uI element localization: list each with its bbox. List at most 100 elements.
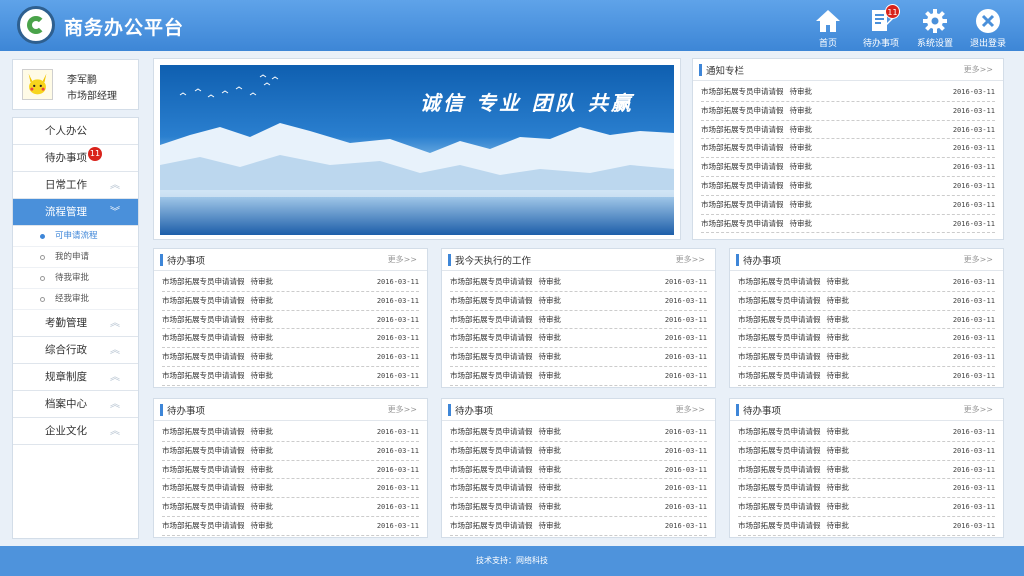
sidebar-item-personal[interactable]: 个人办公 <box>13 118 138 145</box>
list-item[interactable]: 市场部拓展专员申请请假 待审批 2016-03-11 <box>738 498 995 517</box>
accent-bar <box>736 254 739 266</box>
more-link[interactable]: 更多>> <box>388 404 417 415</box>
sidebar-item-culture[interactable]: 企业文化 ︽ <box>13 418 138 445</box>
list-item[interactable]: 市场部拓展专员申请请假 待审批 2016-03-11 <box>738 479 995 499</box>
list-item[interactable]: 市场部拓展专员申请请假 待审批 2016-03-11 <box>701 215 995 234</box>
list-item[interactable]: 市场部拓展专员申请请假 待审批 2016-03-11 <box>162 367 419 386</box>
item-date: 2016-03-11 <box>664 315 707 324</box>
item-text: 市场部拓展专员申请请假 <box>738 370 821 380</box>
list-item[interactable]: 市场部拓展专员申请请假 待审批 2016-03-11 <box>162 311 419 330</box>
sidebar-subitem-available[interactable]: 可申请流程 <box>13 226 138 247</box>
list-item[interactable]: 市场部拓展专员申请请假 待审批 2016-03-11 <box>450 498 707 517</box>
item-date: 2016-03-11 <box>952 465 995 474</box>
list-item[interactable]: 市场部拓展专员申请请假 待审批 2016-03-11 <box>450 348 707 367</box>
item-status: 待审批 <box>250 333 274 343</box>
list-item[interactable]: 市场部拓展专员申请请假 待审批 2016-03-11 <box>738 442 995 461</box>
item-status: 待审批 <box>250 370 274 380</box>
list-item[interactable]: 市场部拓展专员申请请假 待审批 2016-03-11 <box>701 158 995 177</box>
sidebar-item-admin[interactable]: 综合行政 ︽ <box>13 337 138 364</box>
list-item[interactable]: 市场部拓展专员申请请假 待审批 2016-03-11 <box>738 423 995 442</box>
panel-header: 待办事项 更多>> <box>730 399 1003 421</box>
nav-home-button[interactable]: 首页 <box>800 8 856 50</box>
nav-todo-button[interactable]: 11 待办事项 <box>853 4 909 50</box>
list-item[interactable]: 市场部拓展专员申请请假 待审批 2016-03-11 <box>162 273 419 292</box>
sidebar-item-rules[interactable]: 规章制度 ︽ <box>13 364 138 391</box>
list-item[interactable]: 市场部拓展专员申请请假 待审批 2016-03-11 <box>450 311 707 330</box>
sidebar-item-process[interactable]: 流程管理 ︾ <box>13 199 138 226</box>
todo-count-badge: 11 <box>885 4 900 19</box>
nav-logout-button[interactable]: 退出登录 <box>960 8 1016 50</box>
top-header: 商务办公平台 首页 11 待办事项 系统设置 退出登录 <box>0 0 1024 51</box>
bullet-icon <box>40 255 45 260</box>
item-date: 2016-03-11 <box>952 428 995 436</box>
item-text: 市场部拓展专员申请请假 <box>701 124 784 134</box>
list-item[interactable]: 市场部拓展专员申请请假 待审批 2016-03-11 <box>162 329 419 349</box>
sidebar-item-todo[interactable]: 待办事项 11 <box>13 145 138 172</box>
list-item[interactable]: 市场部拓展专员申请请假 待审批 2016-03-11 <box>450 461 707 480</box>
list-item[interactable]: 市场部拓展专员申请请假 待审批 2016-03-11 <box>450 292 707 311</box>
list-item[interactable]: 市场部拓展专员申请请假 待审批 2016-03-11 <box>738 348 995 367</box>
gear-icon <box>923 9 947 33</box>
list-item[interactable]: 市场部拓展专员申请请假 待审批 2016-03-11 <box>450 442 707 461</box>
item-status: 待审批 <box>250 445 274 455</box>
list-item[interactable]: 市场部拓展专员申请请假 待审批 2016-03-11 <box>738 461 995 480</box>
avatar[interactable] <box>22 69 53 100</box>
sidebar-subitem-approved[interactable]: 经我审批 <box>13 289 138 310</box>
list-item[interactable]: 市场部拓展专员申请请假 待审批 2016-03-11 <box>738 273 995 292</box>
sidebar-subitem-pending-approval[interactable]: 待我审批 <box>13 268 138 289</box>
more-link[interactable]: 更多>> <box>964 404 993 415</box>
sidebar-item-daily[interactable]: 日常工作 ︽ <box>13 172 138 199</box>
item-status: 待审批 <box>826 352 850 362</box>
footer-text: 技术支持：网络科技 <box>476 556 548 565</box>
more-link[interactable]: 更多>> <box>964 64 993 75</box>
more-link[interactable]: 更多>> <box>676 254 705 265</box>
sidebar-item-attendance[interactable]: 考勤管理 ︽ <box>13 310 138 337</box>
list-item[interactable]: 市场部拓展专员申请请假 待审批 2016-03-11 <box>701 196 995 215</box>
list-item[interactable]: 市场部拓展专员申请请假 待审批 2016-03-11 <box>450 517 707 536</box>
list-item[interactable]: 市场部拓展专员申请请假 待审批 2016-03-11 <box>450 367 707 386</box>
nav-settings-button[interactable]: 系统设置 <box>907 8 963 50</box>
logo-icon <box>17 6 55 44</box>
list-item[interactable]: 市场部拓展专员申请请假 待审批 2016-03-11 <box>738 292 995 311</box>
list-item[interactable]: 市场部拓展专员申请请假 待审批 2016-03-11 <box>162 479 419 499</box>
task-panel: 待办事项 更多>> 市场部拓展专员申请请假 待审批 2016-03-11 市场部拓展专员申… <box>729 398 1004 538</box>
list-item[interactable]: 市场部拓展专员申请请假 待审批 2016-03-11 <box>701 102 995 121</box>
more-link[interactable]: 更多>> <box>388 254 417 265</box>
list-item[interactable]: 市场部拓展专员申请请假 待审批 2016-03-11 <box>738 517 995 536</box>
list-item[interactable]: 市场部拓展专员申请请假 待审批 2016-03-11 <box>738 311 995 330</box>
more-link[interactable]: 更多>> <box>676 404 705 415</box>
list-item[interactable]: 市场部拓展专员申请请假 待审批 2016-03-11 <box>162 498 419 517</box>
list-item[interactable]: 市场部拓展专员申请请假 待审批 2016-03-11 <box>450 479 707 499</box>
item-text: 市场部拓展专员申请请假 <box>701 105 784 115</box>
list-item[interactable]: 市场部拓展专员申请请假 待审批 2016-03-11 <box>162 442 419 461</box>
item-text: 市场部拓展专员申请请假 <box>738 520 821 530</box>
sidebar-item-label: 流程管理 <box>45 206 87 218</box>
list-item[interactable]: 市场部拓展专员申请请假 待审批 2016-03-11 <box>162 292 419 311</box>
item-status: 待审批 <box>789 162 813 172</box>
sidebar-item-archive[interactable]: 档案中心 ︽ <box>13 391 138 418</box>
item-status: 待审批 <box>826 502 850 512</box>
list-item[interactable]: 市场部拓展专员申请请假 待审批 2016-03-11 <box>701 139 995 159</box>
list-item[interactable]: 市场部拓展专员申请请假 待审批 2016-03-11 <box>738 329 995 349</box>
item-text: 市场部拓展专员申请请假 <box>738 295 821 305</box>
list-item[interactable]: 市场部拓展专员申请请假 待审批 2016-03-11 <box>162 348 419 367</box>
list-item[interactable]: 市场部拓展专员申请请假 待审批 2016-03-11 <box>450 329 707 349</box>
list-item[interactable]: 市场部拓展专员申请请假 待审批 2016-03-11 <box>450 423 707 442</box>
sidebar-subitem-my-requests[interactable]: 我的申请 <box>13 247 138 268</box>
list-item[interactable]: 市场部拓展专员申请请假 待审批 2016-03-11 <box>701 121 995 140</box>
user-name: 李军鹏 <box>67 75 97 86</box>
item-text: 市场部拓展专员申请请假 <box>162 427 245 436</box>
item-text: 市场部拓展专员申请请假 <box>738 333 821 343</box>
nav-home-label: 首页 <box>818 39 837 49</box>
item-status: 待审批 <box>789 199 813 209</box>
list-item[interactable]: 市场部拓展专员申请请假 待审批 2016-03-11 <box>450 273 707 292</box>
close-icon <box>976 9 1000 33</box>
list-item[interactable]: 市场部拓展专员申请请假 待审批 2016-03-11 <box>701 83 995 102</box>
list-item[interactable]: 市场部拓展专员申请请假 待审批 2016-03-11 <box>162 517 419 536</box>
notice-panel: 通知专栏 更多>> 市场部拓展专员申请请假 待审批 2016-03-11 市场部拓展专… <box>692 58 1004 240</box>
list-item[interactable]: 市场部拓展专员申请请假 待审批 2016-03-11 <box>701 177 995 196</box>
more-link[interactable]: 更多>> <box>964 254 993 265</box>
list-item[interactable]: 市场部拓展专员申请请假 待审批 2016-03-11 <box>162 423 419 442</box>
list-item[interactable]: 市场部拓展专员申请请假 待审批 2016-03-11 <box>162 461 419 480</box>
list-item[interactable]: 市场部拓展专员申请请假 待审批 2016-03-11 <box>738 367 995 386</box>
